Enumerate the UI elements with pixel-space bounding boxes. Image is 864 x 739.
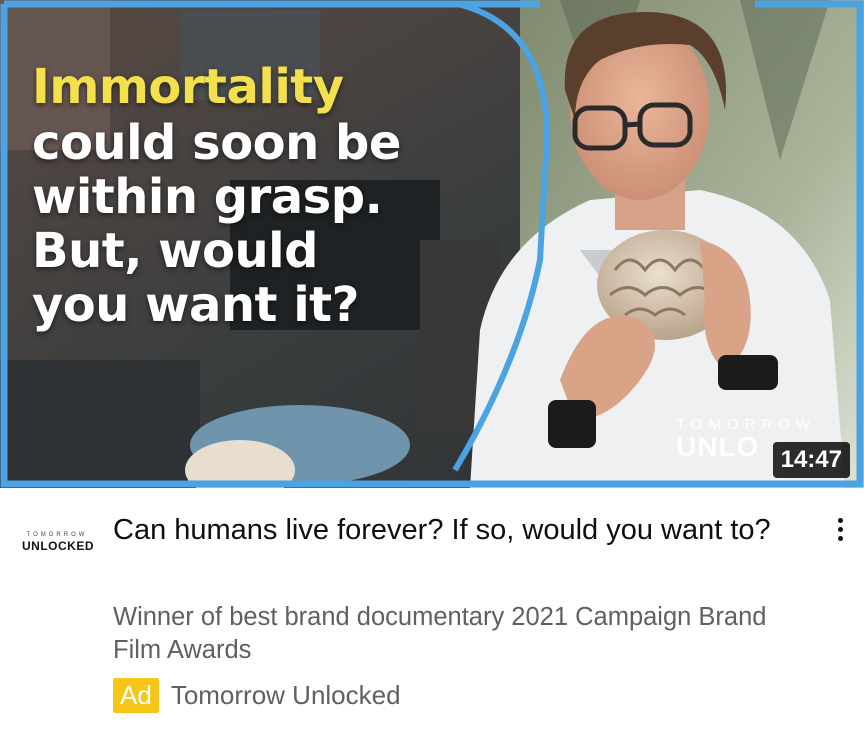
- more-options-icon[interactable]: [828, 514, 852, 554]
- advertiser-name[interactable]: Tomorrow Unlocked: [171, 680, 401, 711]
- channel-logo-bottom: UNLOCKED: [22, 539, 94, 553]
- channel-logo-top: TOMORROW: [26, 532, 88, 538]
- headline-highlight: Immortality: [32, 59, 344, 115]
- thumbnail-headline: Immortality could soon be within grasp. …: [32, 60, 401, 332]
- duration-badge: 14:47: [772, 442, 850, 478]
- headline-text: could soon be within grasp. But, would y…: [32, 115, 401, 333]
- channel-avatar[interactable]: TOMORROW UNLOCKED: [22, 531, 94, 561]
- ad-info: Ad Tomorrow Unlocked: [113, 678, 401, 713]
- video-description: Winner of best brand documentary 2021 Ca…: [113, 603, 767, 664]
- video-title[interactable]: Can humans live forever? If so, would yo…: [113, 512, 793, 549]
- ad-badge: Ad: [113, 678, 159, 713]
- video-thumbnail[interactable]: Immortality could soon be within grasp. …: [0, 0, 864, 488]
